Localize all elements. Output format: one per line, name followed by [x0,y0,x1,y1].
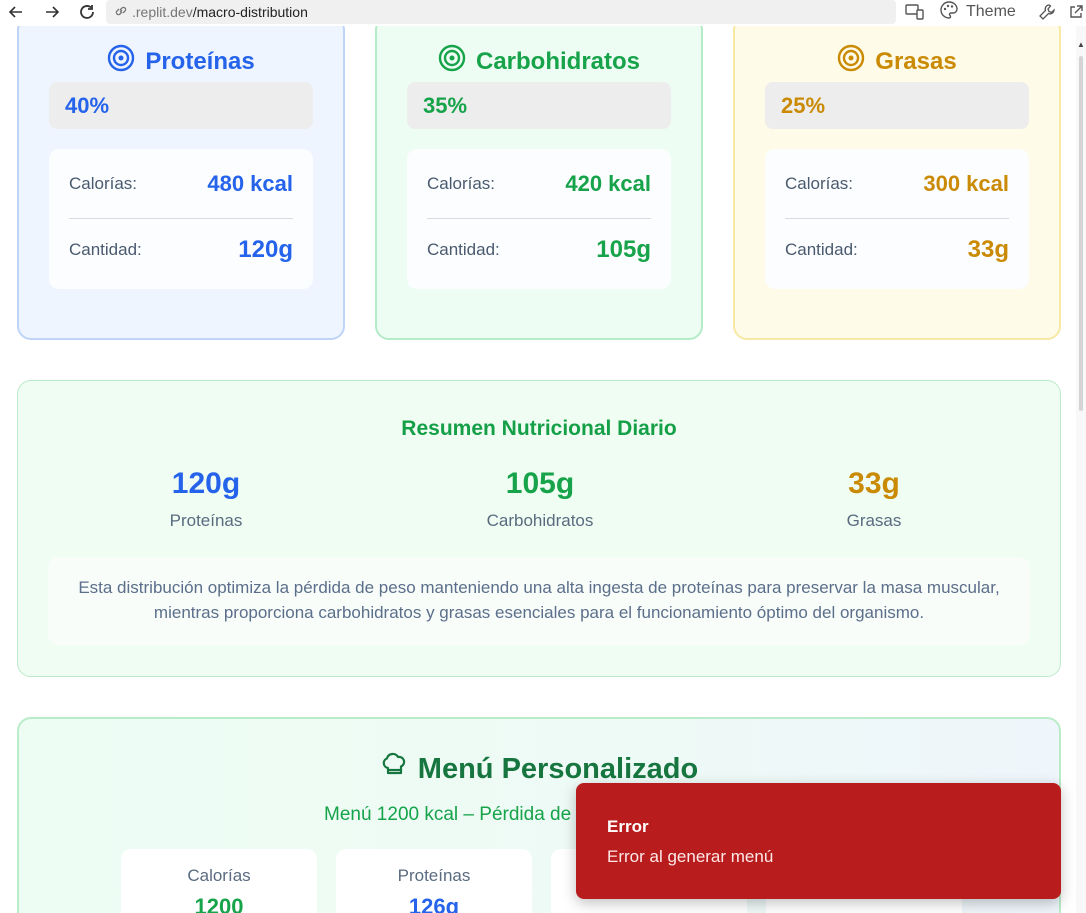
stat-value: 33g [848,467,900,500]
stat-label: Grasas [846,511,902,530]
summary-stat-proteinas: 120g Proteínas [56,467,356,531]
macro-percent: 35% [407,82,671,129]
scroll-thumb[interactable] [1079,56,1083,411]
quantity-label: Cantidad: [69,240,142,259]
macro-info-box: Calorías: 480 kcal Cantidad: 120g [49,149,313,289]
stat-value: 120g [171,467,241,500]
devices-icon[interactable] [905,2,925,22]
forward-arrow-icon[interactable] [42,2,62,22]
open-external-icon[interactable] [1068,2,1084,22]
target-icon [107,44,135,79]
stat-label: Proteínas [169,511,243,530]
calories-value: 480 kcal [207,171,293,196]
theme-button[interactable]: Theme [940,0,1016,24]
quantity-value: 33g [967,236,1009,263]
menu-title: Menú Personalizado [19,751,1059,787]
chef-hat-icon [380,751,408,787]
macro-info-box: Calorías: 300 kcal Cantidad: 33g [765,149,1029,289]
scroll-up-icon[interactable]: ▲ [1077,40,1085,49]
summary-title: Resumen Nutricional Diario [401,417,677,440]
wrench-icon[interactable] [1038,2,1056,22]
macro-percent: 25% [765,82,1029,129]
link-icon [114,4,128,21]
summary-note: Esta distribución optimiza la pérdida de… [48,557,1030,645]
quantity-value: 105g [596,236,651,263]
summary-stat-grasas: 33g Grasas [724,467,1024,531]
macro-card-title: Carbohidratos [377,44,701,79]
target-icon [837,44,865,79]
calories-label: Calorías: [427,174,496,193]
address-bar[interactable]: .replit.dev/macro-distribution [106,0,896,24]
url-domain: .replit.dev [132,4,193,20]
calories-value: 300 kcal [923,171,1009,196]
macro-card-title: Proteínas [19,44,343,79]
summary-stat-carbohidratos: 105g Carbohidratos [390,467,690,531]
browser-toolbar: .replit.dev/macro-distribution Theme [0,0,1086,26]
stat-label: Carbohidratos [486,511,594,530]
macro-card-proteinas: Proteínas 40% Calorías: 480 kcal Cantida… [17,26,345,340]
menu-stat-card: Proteínas 126g [336,849,532,913]
target-icon [438,44,466,79]
divider [785,218,1009,219]
divider [69,218,293,219]
error-toast[interactable]: Error Error al generar menú [576,783,1061,899]
nutrition-summary: Resumen Nutricional Diario 120g Proteína… [17,380,1061,677]
menu-stat-card: Calorías 1200 [121,849,317,913]
macro-card-grasas: Grasas 25% Calorías: 300 kcal Cantidad: … [733,26,1061,340]
toast-message: Error al generar menú [607,847,774,866]
toast-title: Error [607,817,649,836]
scrollbar[interactable]: ▲ [1076,26,1086,913]
url-path: /macro-distribution [192,4,308,20]
quantity-value: 120g [238,236,293,263]
stat-value: 105g [505,467,575,500]
quantity-label: Cantidad: [785,240,858,259]
quantity-label: Cantidad: [427,240,500,259]
page-content: Proteínas 40% Calorías: 480 kcal Cantida… [0,26,1076,913]
reload-icon[interactable] [77,2,97,22]
macro-info-box: Calorías: 420 kcal Cantidad: 105g [407,149,671,289]
divider [427,218,651,219]
macro-card-carbohidratos: Carbohidratos 35% Calorías: 420 kcal Can… [375,26,703,340]
theme-label: Theme [966,3,1016,20]
calories-value: 420 kcal [565,171,651,196]
calories-label: Calorías: [69,174,138,193]
menu-subtitle: Menú 1200 kcal – Pérdida de [324,804,572,825]
calories-label: Calorías: [785,174,854,193]
macro-card-title: Grasas [735,44,1059,79]
back-arrow-icon[interactable] [6,2,26,22]
palette-icon [940,0,958,24]
macro-percent: 40% [49,82,313,129]
